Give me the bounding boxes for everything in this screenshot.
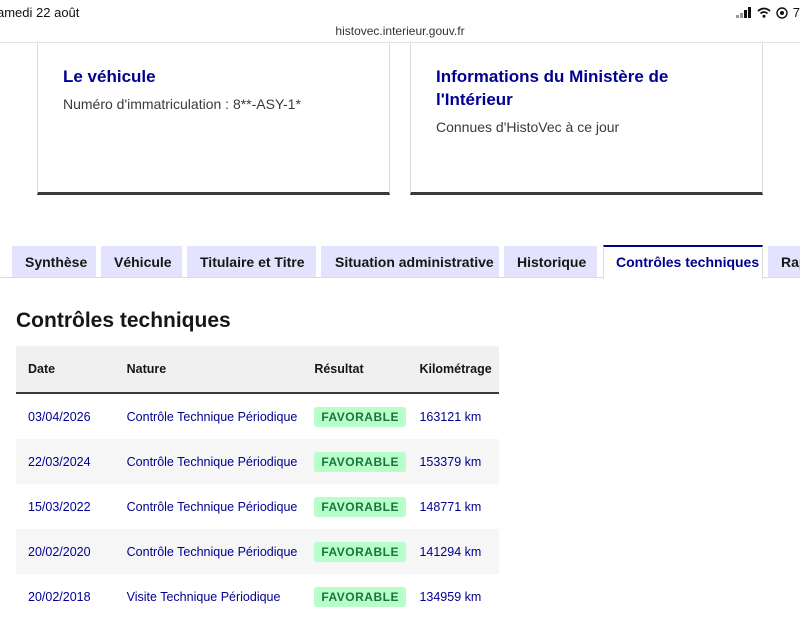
result-badge: FAVORABLE bbox=[314, 406, 406, 427]
inspection-date: 03/04/2026 bbox=[28, 409, 91, 424]
inspection-nature: Contrôle Technique Périodique bbox=[126, 544, 298, 559]
result-badge: FAVORABLE bbox=[314, 496, 406, 517]
tab-titulaire[interactable]: Titulaire et Titre bbox=[187, 246, 316, 278]
tab-controles-techniques[interactable]: Contrôles techniques bbox=[603, 245, 763, 279]
inspection-mileage: 134959 km bbox=[419, 589, 482, 604]
status-date: amedi 22 août bbox=[0, 5, 80, 20]
inspection-nature: Visite Technique Périodique bbox=[126, 589, 281, 604]
inspection-mileage: 148771 km bbox=[419, 499, 482, 514]
table-row: 20/02/2020 Contrôle Technique Périodique… bbox=[16, 529, 499, 574]
header-mileage: Kilométrage bbox=[419, 346, 499, 394]
table-row: 22/03/2024 Contrôle Technique Périodique… bbox=[16, 439, 499, 484]
signal-icon bbox=[735, 7, 752, 18]
wifi-icon bbox=[757, 7, 771, 18]
inspection-nature: Contrôle Technique Périodique bbox=[126, 454, 298, 469]
tab-bar: Synthèse Véhicule Titulaire et Titre Sit… bbox=[0, 245, 800, 279]
ministry-card-title: Informations du Ministère de l'Intérieur bbox=[436, 67, 669, 109]
result-badge: FAVORABLE bbox=[314, 451, 406, 472]
location-lock-icon bbox=[776, 6, 788, 19]
inspection-mileage: 163121 km bbox=[419, 409, 482, 424]
ministry-card: Informations du Ministère de l'Intérieur… bbox=[410, 43, 763, 195]
table-header-row: Date Nature Résultat Kilométrage bbox=[16, 346, 499, 394]
inspection-date: 20/02/2018 bbox=[28, 589, 91, 604]
inspection-nature: Contrôle Technique Périodique bbox=[126, 409, 298, 424]
tab-situation-administrative[interactable]: Situation administrative bbox=[321, 246, 499, 278]
battery-percent: 7 bbox=[792, 5, 800, 20]
inspection-date: 22/03/2024 bbox=[28, 454, 91, 469]
header-result: Résultat bbox=[314, 346, 420, 394]
address-bar[interactable]: histovec.interieur.gouv.fr bbox=[0, 22, 800, 43]
url-text: histovec.interieur.gouv.fr bbox=[335, 24, 465, 38]
inspection-date: 20/02/2020 bbox=[28, 544, 91, 559]
tab-historique[interactable]: Historique bbox=[504, 246, 597, 278]
table-row: 03/04/2026 Contrôle Technique Périodique… bbox=[16, 393, 499, 439]
status-icons: 7 bbox=[735, 5, 800, 20]
inspection-mileage: 141294 km bbox=[419, 544, 482, 559]
status-bar: amedi 22 août 7 bbox=[0, 0, 800, 24]
table-row: 15/03/2022 Contrôle Technique Périodique… bbox=[16, 484, 499, 529]
result-badge: FAVORABLE bbox=[314, 541, 406, 562]
header-nature: Nature bbox=[126, 346, 315, 394]
result-badge: FAVORABLE bbox=[314, 586, 406, 607]
inspection-mileage: 153379 km bbox=[419, 454, 482, 469]
registration-number: Numéro d'immatriculation : 8**-ASY-1* bbox=[63, 96, 301, 112]
inspections-table: Date Nature Résultat Kilométrage 03/04/2… bbox=[16, 346, 499, 619]
table-row: 20/02/2018 Visite Technique Périodique F… bbox=[16, 574, 499, 619]
vehicle-card: Le véhicule Numéro d'immatriculation : 8… bbox=[37, 43, 390, 195]
inspection-nature: Contrôle Technique Périodique bbox=[126, 499, 298, 514]
tab-vehicule[interactable]: Véhicule bbox=[101, 246, 182, 278]
tab-rapport[interactable]: Rap bbox=[768, 246, 800, 278]
inspection-date: 15/03/2022 bbox=[28, 499, 91, 514]
vehicle-card-title: Le véhicule bbox=[63, 67, 156, 86]
section-title: Contrôles techniques bbox=[16, 309, 231, 332]
header-date: Date bbox=[16, 346, 127, 394]
tab-synthese[interactable]: Synthèse bbox=[12, 246, 96, 278]
ministry-card-text: Connues d'HistoVec à ce jour bbox=[436, 119, 620, 135]
